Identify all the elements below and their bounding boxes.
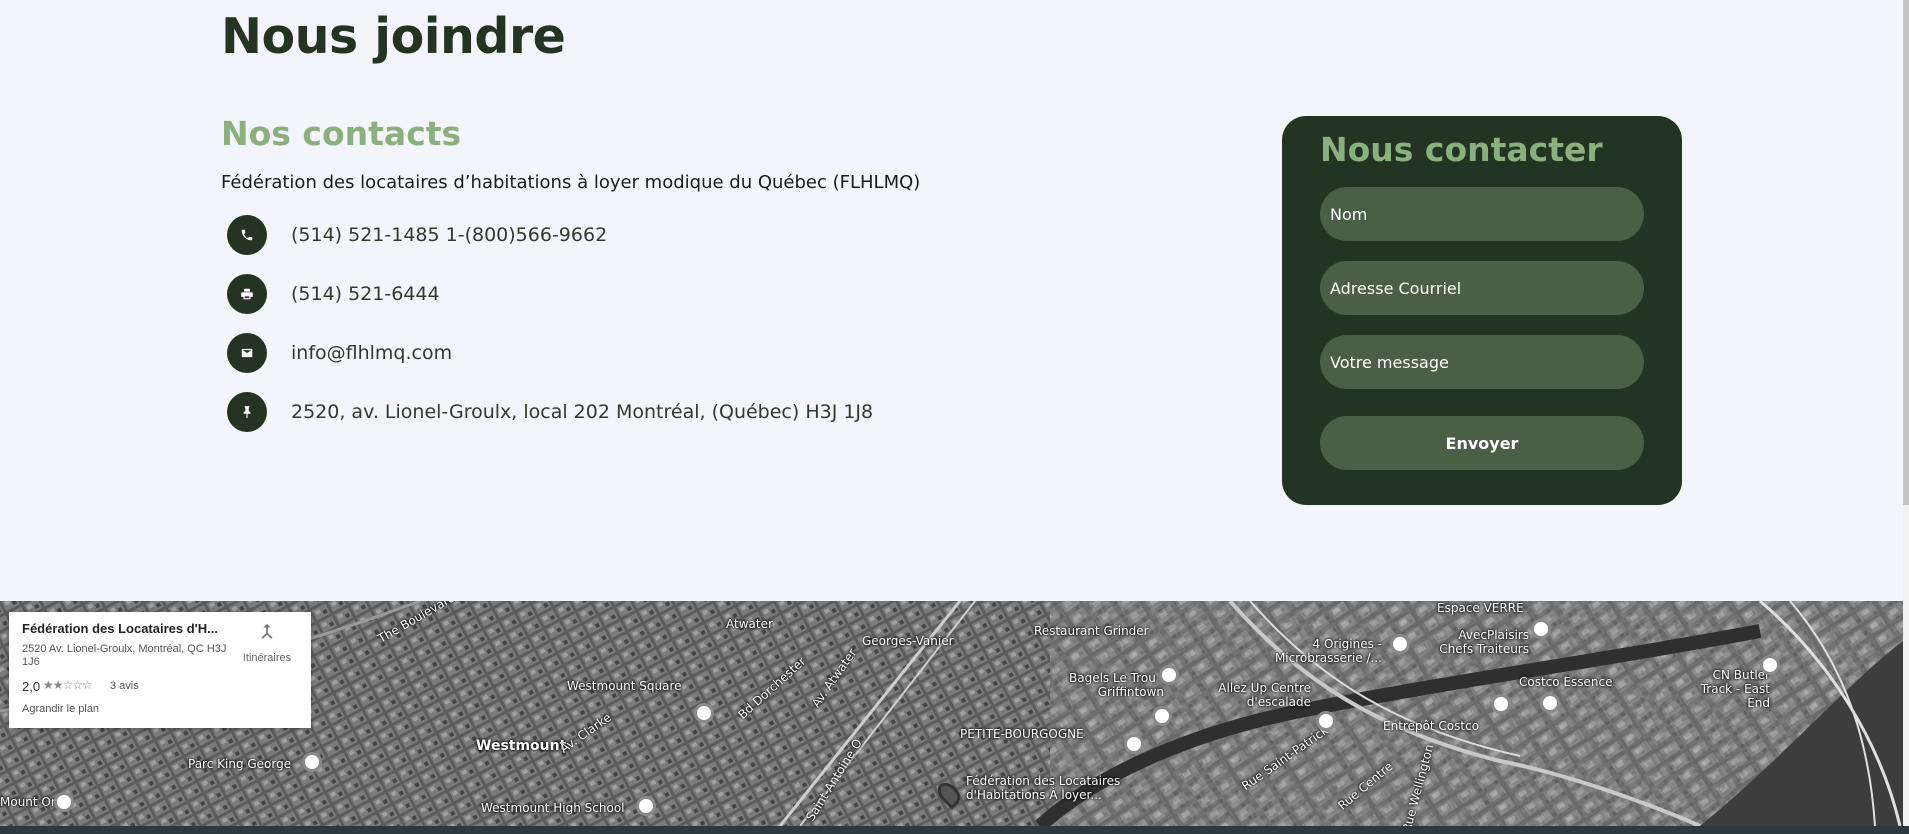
- map-place-card: Fédération des Locataires d'H... 2520 Av…: [9, 612, 311, 728]
- scrollbar-thumb[interactable]: [1903, 0, 1909, 505]
- rating-stars-icon: ★★☆☆☆: [43, 678, 93, 692]
- fax-number: (514) 521-6444: [291, 283, 440, 305]
- contact-phone-row: (514) 521-1485 1-(800)566-9662: [227, 215, 607, 255]
- map-label: Allez Up Centre d'escalade: [1218, 681, 1311, 709]
- message-field[interactable]: Votre message: [1320, 335, 1644, 389]
- map-label: PETITE-BOURGOGNE: [960, 727, 1084, 741]
- reviews-link[interactable]: 3 avis: [110, 680, 139, 692]
- email-field-placeholder: Adresse Courriel: [1330, 278, 1462, 298]
- fax-icon: [227, 274, 267, 314]
- postal-address: 2520, av. Lionel-Groulx, local 202 Montr…: [291, 401, 874, 423]
- name-field-placeholder: Nom: [1330, 204, 1368, 224]
- map-pin[interactable]: [636, 796, 656, 816]
- map-label: Espace VERRE: [1437, 601, 1524, 615]
- map-label: Restaurant Grinder: [1034, 624, 1149, 638]
- map-label: Westmount: [476, 738, 567, 754]
- form-title: Nous contacter: [1320, 130, 1603, 169]
- map-label: Westmount High School: [481, 801, 625, 815]
- contact-fax-row: (514) 521-6444: [227, 274, 440, 314]
- email-address[interactable]: info@flhlmq.com: [291, 342, 452, 364]
- map-pin[interactable]: [302, 752, 322, 772]
- contact-email-row: info@flhlmq.com: [227, 333, 452, 373]
- place-name: Fédération des Locataires d'H...: [22, 621, 218, 636]
- map-label: 4 Origines - Microbrasserie /...: [1274, 637, 1382, 665]
- map-pin[interactable]: [1124, 734, 1144, 754]
- contact-form: Nous contacter Nom Adresse Courriel Votr…: [1282, 116, 1682, 505]
- phone-numbers[interactable]: (514) 521-1485 1-(800)566-9662: [291, 224, 607, 246]
- send-button[interactable]: Envoyer: [1320, 416, 1644, 470]
- map-label: Georges-Vanier: [862, 634, 954, 648]
- contact-address-row: 2520, av. Lionel-Groulx, local 202 Montr…: [227, 392, 873, 432]
- map-label: Atwater: [726, 617, 773, 631]
- message-field-placeholder: Votre message: [1330, 352, 1449, 372]
- map-pin[interactable]: [1316, 711, 1336, 731]
- map-pin[interactable]: [1531, 619, 1551, 639]
- phone-icon: [227, 215, 267, 255]
- map-pin[interactable]: [694, 703, 714, 723]
- map-pin[interactable]: [1390, 634, 1410, 654]
- bottom-bar: [0, 826, 1909, 834]
- directions-button[interactable]: Itinéraires: [237, 622, 297, 664]
- map-label: CN Butler Track - East End: [1700, 668, 1770, 710]
- map-pin[interactable]: [1152, 706, 1172, 726]
- map-label: Parc King George: [188, 757, 292, 771]
- organization-name: Fédération des locataires d’habitations …: [221, 172, 921, 193]
- map-pin[interactable]: [1540, 693, 1560, 713]
- map-label: AvecPlaisirs Chefs Traiteurs: [1439, 628, 1529, 656]
- map-pin[interactable]: [1159, 665, 1179, 685]
- place-rating: 2,0: [22, 679, 41, 694]
- map-label: Bagels Le Trou - Griffintown: [1069, 671, 1164, 699]
- scrollbar-track[interactable]: [1903, 0, 1909, 834]
- directions-label: Itinéraires: [242, 652, 292, 664]
- contacts-heading: Nos contacts: [221, 114, 462, 153]
- enlarge-map-link[interactable]: Agrandir le plan: [22, 703, 99, 715]
- directions-icon: [237, 622, 297, 650]
- map-pin[interactable]: [1491, 694, 1511, 714]
- page-title: Nous joindre: [221, 8, 566, 65]
- map-label: Westmount Square: [567, 679, 682, 693]
- map-label-destination: Fédération des Locataires d'Habitations …: [966, 774, 1121, 802]
- email-field[interactable]: Adresse Courriel: [1320, 261, 1644, 315]
- map-label: Costco Essence: [1519, 675, 1613, 689]
- place-address: 2520 Av. Lionel-Groulx, Montréal, QC H3J…: [22, 643, 227, 668]
- map-pin[interactable]: [1760, 655, 1780, 675]
- map-label: Entrepôt Costco: [1383, 719, 1480, 733]
- pushpin-icon: [227, 392, 267, 432]
- name-field[interactable]: Nom: [1320, 187, 1644, 241]
- envelope-icon: [227, 333, 267, 373]
- map-pin[interactable]: [54, 792, 74, 812]
